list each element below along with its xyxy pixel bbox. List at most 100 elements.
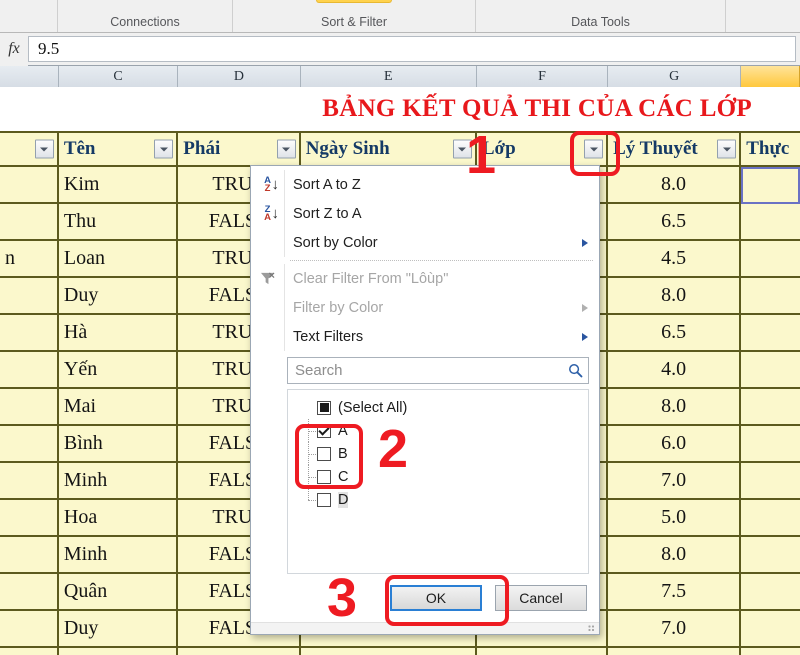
filter-button-ten[interactable] xyxy=(154,139,174,159)
list-item[interactable]: D xyxy=(288,488,588,511)
cell-a[interactable] xyxy=(0,611,59,648)
checkbox-unchecked[interactable] xyxy=(317,469,331,484)
cell-ly_thuyet[interactable]: 6.5 xyxy=(608,204,742,241)
cell-ngay_sinh[interactable]: 11/30/1967 xyxy=(300,648,477,655)
cell-ten[interactable]: Mai xyxy=(58,389,179,426)
list-item[interactable]: B xyxy=(288,442,588,465)
checkbox-checked[interactable] xyxy=(317,423,331,438)
cell-thuc_hanh[interactable] xyxy=(741,537,800,574)
fx-icon[interactable]: fx xyxy=(0,32,28,66)
menu-item-sort-za-icon[interactable]: Z A ↓ Sort Z to A xyxy=(251,199,599,228)
menu-item-none[interactable]: Sort by Color xyxy=(251,228,599,257)
column-header-h-active[interactable] xyxy=(741,66,800,87)
ribbon-group-data-tools[interactable]: Data Tools xyxy=(476,0,726,32)
cell-thuc_hanh[interactable] xyxy=(741,463,800,500)
cell-phai[interactable]: TRUE xyxy=(178,648,301,655)
cell-a[interactable] xyxy=(0,167,59,204)
cell-ly_thuyet[interactable]: 8.0 xyxy=(608,389,742,426)
cell-ly_thuyet[interactable]: 7.0 xyxy=(608,611,742,648)
filter-button-ly-thuyet[interactable] xyxy=(717,139,737,159)
cell-a[interactable] xyxy=(0,648,59,655)
cell-ten[interactable]: Minh xyxy=(58,463,179,500)
cell-ly_thuyet[interactable]: 7.0 xyxy=(608,463,742,500)
search-input[interactable] xyxy=(288,361,562,380)
cell-thuc_hanh[interactable] xyxy=(741,500,800,537)
cell-ten[interactable]: Duy xyxy=(58,611,179,648)
column-header-c[interactable]: C xyxy=(58,66,179,87)
ok-button[interactable]: OK xyxy=(390,585,482,611)
cell-ly_thuyet[interactable]: 4.0 xyxy=(608,352,742,389)
list-item-label: B xyxy=(338,445,348,462)
filter-search-box[interactable] xyxy=(287,357,589,384)
menu-item-sort-az-icon[interactable]: A Z ↓ Sort A to Z xyxy=(251,170,599,199)
cell-thuc_hanh[interactable] xyxy=(741,352,800,389)
resize-grip[interactable] xyxy=(251,622,599,634)
cell-ly_thuyet[interactable]: 8.0 xyxy=(608,648,742,655)
menu-item-none[interactable]: Text Filters xyxy=(251,322,599,351)
cell-ly_thuyet[interactable]: 8.0 xyxy=(608,537,742,574)
cell-thuc_hanh[interactable] xyxy=(741,611,800,648)
list-item[interactable]: A xyxy=(288,419,588,442)
cell-lop[interactable]: C xyxy=(476,648,609,655)
list-item[interactable]: (Select All) xyxy=(288,396,588,419)
cancel-button[interactable]: Cancel xyxy=(495,585,587,611)
cell-ten[interactable]: Thu xyxy=(58,204,179,241)
filter-button-blank[interactable] xyxy=(34,139,54,159)
filter-button-lop[interactable] xyxy=(584,139,604,159)
cell-thuc_hanh[interactable] xyxy=(741,278,800,315)
checkbox-unchecked[interactable] xyxy=(317,446,331,461)
cell-ten[interactable]: Loan xyxy=(58,241,179,278)
cell-ten[interactable]: Hà xyxy=(58,315,179,352)
column-header-d[interactable]: D xyxy=(178,66,301,87)
cell-a[interactable] xyxy=(0,426,59,463)
cell-a[interactable] xyxy=(0,352,59,389)
cell-a[interactable] xyxy=(0,537,59,574)
cell-a[interactable] xyxy=(0,204,59,241)
cell-thuc_hanh[interactable] xyxy=(741,574,800,611)
ribbon-group-sort-filter[interactable]: Sort & Filter xyxy=(233,0,476,32)
cell-ten[interactable]: Duy xyxy=(58,278,179,315)
cell-ten[interactable]: Yến xyxy=(58,352,179,389)
cell-a[interactable] xyxy=(0,278,59,315)
cell-a[interactable]: n xyxy=(0,241,59,278)
cell-ten[interactable]: Minh xyxy=(58,537,179,574)
column-header-e[interactable]: E xyxy=(300,66,477,87)
ribbon-strip: Connections Sort & Filter Data Tools xyxy=(0,0,800,33)
cell-ly_thuyet[interactable]: 6.0 xyxy=(608,426,742,463)
column-header-g[interactable]: G xyxy=(608,66,742,87)
cell-a[interactable] xyxy=(0,463,59,500)
cell-ten[interactable]: Chi xyxy=(58,648,179,655)
cell-a[interactable] xyxy=(0,315,59,352)
formula-input[interactable]: 9.5 xyxy=(28,36,796,62)
cell-thuc_hanh[interactable] xyxy=(741,648,800,655)
list-item-label: D xyxy=(338,491,349,508)
ribbon-group-connections[interactable]: Connections xyxy=(58,0,233,32)
column-header-f[interactable]: F xyxy=(476,66,609,87)
cell-thuc_hanh[interactable] xyxy=(741,167,800,204)
filter-button-phai[interactable] xyxy=(276,139,296,159)
cell-thuc_hanh[interactable] xyxy=(741,426,800,463)
cell-ly_thuyet[interactable]: 6.5 xyxy=(608,315,742,352)
cell-thuc_hanh[interactable] xyxy=(741,241,800,278)
cell-ly_thuyet[interactable]: 7.5 xyxy=(608,574,742,611)
search-icon[interactable] xyxy=(562,363,588,378)
cell-thuc_hanh[interactable] xyxy=(741,204,800,241)
cell-ten[interactable]: Bình xyxy=(58,426,179,463)
cell-ly_thuyet[interactable]: 8.0 xyxy=(608,278,742,315)
cell-ten[interactable]: Quân xyxy=(58,574,179,611)
checkbox-unchecked[interactable] xyxy=(317,492,331,507)
cell-ly_thuyet[interactable]: 5.0 xyxy=(608,500,742,537)
cell-ly_thuyet[interactable]: 4.5 xyxy=(608,241,742,278)
cell-thuc_hanh[interactable] xyxy=(741,389,800,426)
cell-a[interactable] xyxy=(0,574,59,611)
cell-a[interactable] xyxy=(0,500,59,537)
checkbox-partial[interactable] xyxy=(317,400,331,415)
cell-ly_thuyet[interactable]: 8.0 xyxy=(607,167,742,204)
cell-ten[interactable]: Hoa xyxy=(58,500,179,537)
list-item[interactable]: C xyxy=(288,465,588,488)
cell-thuc_hanh[interactable] xyxy=(741,315,800,352)
cell-ten[interactable]: Kim xyxy=(58,167,179,204)
filter-value-list[interactable]: (Select All) A B C D xyxy=(287,389,589,574)
column-header-blank-left[interactable] xyxy=(0,66,59,87)
cell-a[interactable] xyxy=(0,389,59,426)
